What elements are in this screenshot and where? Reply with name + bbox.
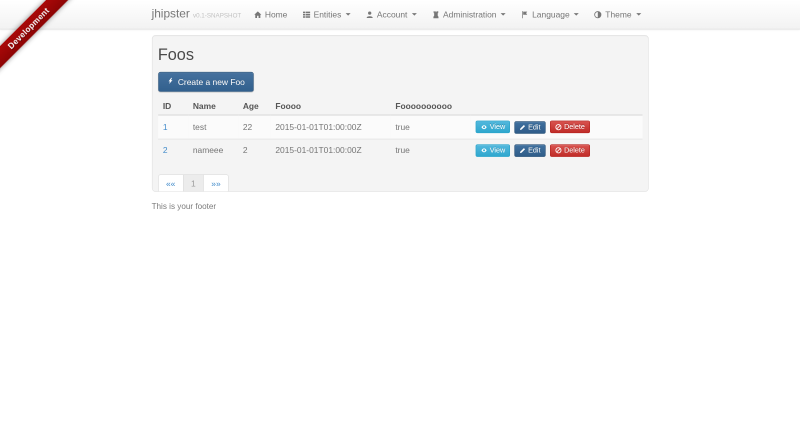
cell-foooo: 2015-01-01T01:00:00Z (270, 139, 390, 162)
chevron-down-icon (412, 13, 417, 16)
table-row: 1 test 22 2015-01-01T01:00:00Z true View… (158, 115, 642, 139)
navbar-container: jhipster v0.1-SNAPSHOT Home Entities (152, 0, 649, 29)
nav-item-language[interactable]: Language (513, 0, 586, 29)
view-label: View (490, 147, 505, 155)
cell-actions: View Edit Delete (470, 139, 642, 162)
chevron-down-icon (346, 13, 351, 16)
table-header-row: ID Name Age Foooo Foooooooooo (158, 98, 642, 115)
row-id-link[interactable]: 1 (163, 122, 168, 131)
edit-button[interactable]: Edit (514, 144, 545, 157)
flash-icon (167, 77, 174, 87)
cell-name: nameee (188, 139, 238, 162)
delete-label: Delete (564, 123, 585, 131)
view-button[interactable]: View (475, 121, 510, 134)
flag-icon (521, 10, 529, 18)
brand-link[interactable]: jhipster v0.1-SNAPSHOT (152, 8, 242, 22)
chevron-down-icon (501, 13, 506, 16)
cell-actions: View Edit Delete (470, 115, 642, 139)
eye-icon (480, 123, 487, 130)
cell-age: 2 (238, 139, 271, 162)
page-title: Foos (158, 45, 642, 64)
user-icon (366, 10, 374, 18)
nav-item-theme[interactable]: Theme (587, 0, 649, 29)
cell-name: test (188, 115, 238, 139)
col-header-name: Name (188, 98, 238, 115)
col-header-fooooooooooo: Foooooooooo (390, 98, 470, 115)
brand-version: v0.1-SNAPSHOT (193, 13, 241, 20)
home-icon (254, 10, 262, 18)
row-id-link[interactable]: 2 (163, 146, 168, 155)
page: Development jhipster v0.1-SNAPSHOT Home (0, 0, 800, 443)
delete-button[interactable]: Delete (550, 121, 590, 134)
edit-label: Edit (528, 123, 540, 131)
nav-item-administration[interactable]: Administration (424, 0, 513, 29)
col-header-actions (470, 98, 642, 115)
col-header-foooo: Foooo (270, 98, 390, 115)
navbar: jhipster v0.1-SNAPSHOT Home Entities (0, 0, 800, 29)
nav-item-entities[interactable]: Entities (295, 0, 358, 29)
chevron-down-icon (636, 13, 641, 16)
cell-age: 22 (238, 115, 271, 139)
nav-label: Entities (314, 10, 342, 19)
ban-icon (555, 123, 562, 130)
cell-fooooooooooo: true (390, 139, 470, 162)
pagination-page-1[interactable]: 1 (183, 174, 204, 192)
pencil-icon (519, 124, 525, 130)
main-nav: Home Entities Account (246, 0, 648, 29)
pagination-last-button[interactable]: »» (203, 174, 229, 192)
col-header-id: ID (158, 98, 188, 115)
nav-label: Administration (443, 10, 496, 19)
pagination-first-button[interactable]: «« (158, 174, 184, 192)
table-row: 2 nameee 2 2015-01-01T01:00:00Z true Vie… (158, 139, 642, 162)
cell-foooo: 2015-01-01T01:00:00Z (270, 115, 390, 139)
nav-label: Account (377, 10, 407, 19)
view-button[interactable]: View (475, 144, 510, 157)
eye-icon (480, 147, 487, 154)
view-label: View (490, 123, 505, 131)
content-panel: Foos Create a new Foo ID Name Age Foooo … (152, 35, 649, 192)
create-foo-button[interactable]: Create a new Foo (158, 72, 254, 92)
list-icon (302, 10, 310, 18)
chevron-down-icon (574, 13, 579, 16)
adjust-icon (594, 10, 602, 18)
col-header-age: Age (238, 98, 271, 115)
brand-name: jhipster (152, 8, 190, 22)
nav-label: Home (265, 10, 288, 19)
pagination: «« 1 »» (158, 174, 229, 192)
cell-fooooooooooo: true (390, 115, 470, 139)
pencil-icon (519, 148, 525, 154)
nav-item-account[interactable]: Account (358, 0, 424, 29)
edit-button[interactable]: Edit (514, 121, 545, 134)
nav-item-home[interactable]: Home (246, 0, 295, 29)
create-foo-label: Create a new Foo (178, 77, 245, 86)
ban-icon (555, 147, 562, 154)
delete-label: Delete (564, 147, 585, 155)
edit-label: Edit (528, 147, 540, 155)
nav-label: Theme (605, 10, 631, 19)
foo-table: ID Name Age Foooo Foooooooooo 1 test 22 … (158, 98, 642, 162)
delete-button[interactable]: Delete (550, 144, 590, 157)
footer-text: This is your footer (152, 201, 649, 210)
nav-label: Language (532, 10, 570, 19)
tower-icon (432, 10, 440, 18)
